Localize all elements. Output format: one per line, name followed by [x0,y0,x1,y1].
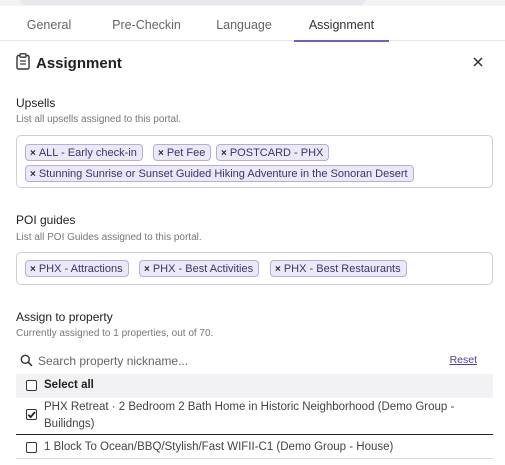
page-title: Assignment [36,54,122,72]
property-checkbox[interactable] [26,442,37,453]
property-search-input[interactable] [38,352,358,370]
property-row[interactable]: 1 Block To Ocean/BBQ/Stylish/Fast WIFII-… [16,437,493,459]
property-label: 1 Block To Ocean/BBQ/Stylish/Fast WIFII-… [44,441,394,453]
remove-chip-icon[interactable]: × [275,264,281,275]
chip-label: PHX - Attractions [38,263,123,275]
tab-general[interactable]: General [14,10,84,41]
property-row[interactable]: PHX Retreat · 2 Bedroom 2 Bath Home in H… [16,398,493,435]
chip-label: POSTCARD - PHX [229,147,324,159]
select-all-row[interactable]: Select all [16,374,493,398]
chip-label: Pet Fee [166,147,206,159]
reset-link[interactable]: Reset [450,354,477,366]
property-label-continued: Builidngs) [44,418,95,430]
poi-title: POI guides [16,213,76,227]
property-checkbox[interactable] [26,409,37,420]
property-subtitle: Currently assigned to 1 properties, out … [16,328,214,339]
upsell-chip: × Pet Fee [153,144,212,161]
poi-chip: × PHX - Best Activities [139,260,260,277]
close-icon[interactable] [469,53,487,71]
chip-label: PHX - Best Activities [152,263,254,275]
tab-language[interactable]: Language [209,10,279,41]
chip-label: Stunning Sunrise or Sunset Guided Hiking… [38,168,408,180]
select-all-checkbox[interactable] [26,380,37,391]
chip-label: ALL - Early check-in [38,147,137,159]
top-strip [0,0,505,6]
remove-chip-icon[interactable]: × [221,148,227,159]
tab-pre-checkin[interactable]: Pre-Checkin [104,10,189,41]
remove-chip-icon[interactable]: × [30,169,36,180]
poi-subtitle: List all POI Guides assigned to this por… [16,232,202,243]
upsell-chip: × POSTCARD - PHX [216,144,330,161]
property-title: Assign to property [16,310,113,324]
upsells-tag-input[interactable]: × ALL - Early check-in × Pet Fee × POSTCARD… [16,135,493,188]
property-label: PHX Retreat · 2 Bedroom 2 Bath Home in H… [44,401,455,413]
property-search-bar: Reset [16,350,493,372]
remove-chip-icon[interactable]: × [30,264,36,275]
select-all-label: Select all [44,379,94,391]
upsell-chip: × Stunning Sunrise or Sunset Guided Hikin… [25,165,414,182]
upsells-title: Upsells [16,96,56,110]
poi-chip: × PHX - Best Restaurants [270,260,407,277]
page-header: Assignment [16,52,122,74]
upsells-subtitle: List all upsells assigned to this portal… [16,114,182,125]
search-icon [20,354,33,370]
tab-bar: General Pre-Checkin Language Assignment [0,10,505,42]
tab-assignment[interactable]: Assignment [294,10,389,42]
clipboard-icon [16,53,30,73]
remove-chip-icon[interactable]: × [158,148,164,159]
upsell-chip: × ALL - Early check-in [25,144,143,161]
poi-chip: × PHX - Attractions [25,260,129,277]
remove-chip-icon[interactable]: × [144,264,150,275]
remove-chip-icon[interactable]: × [30,148,36,159]
chip-label: PHX - Best Restaurants [283,263,401,275]
poi-tag-input[interactable]: × PHX - Attractions × PHX - Best Activitie… [16,252,493,285]
